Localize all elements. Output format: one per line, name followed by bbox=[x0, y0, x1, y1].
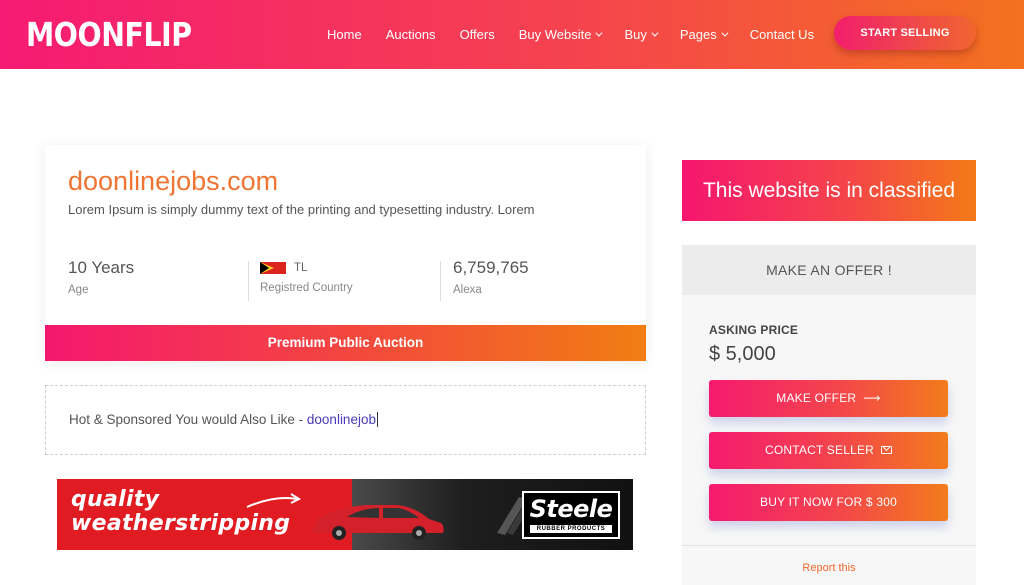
classified-banner: This website is in classified bbox=[682, 160, 976, 221]
chevron-down-icon bbox=[595, 29, 603, 37]
sponsored-text: Hot & Sponsored You would Also Like - do… bbox=[69, 412, 378, 427]
main-nav: Home Auctions Offers Buy Website Buy Pag… bbox=[327, 24, 838, 44]
sponsored-link[interactable]: doonlinejob bbox=[306, 412, 378, 427]
nav-auctions[interactable]: Auctions bbox=[386, 27, 436, 42]
age-label: Age bbox=[68, 284, 89, 296]
envelope-icon bbox=[881, 445, 893, 454]
start-selling-button[interactable]: START SELLING bbox=[834, 16, 976, 50]
nav-offers-label: Offers bbox=[459, 26, 495, 42]
ad-line-2: weatherstripping bbox=[71, 511, 291, 536]
premium-auction-banner: Premium Public Auction bbox=[45, 325, 646, 361]
alexa-value: 6,759,765 bbox=[453, 258, 529, 277]
east-timor-flag-icon bbox=[260, 262, 286, 274]
nav-pages[interactable]: Pages bbox=[679, 26, 729, 42]
chevron-down-icon bbox=[721, 29, 729, 37]
asking-price-label: ASKING PRICE bbox=[709, 323, 799, 337]
make-offer-label: MAKE OFFER bbox=[776, 391, 857, 405]
buy-now-label: BUY IT NOW FOR $ 300 bbox=[760, 495, 897, 509]
advertisement-banner[interactable]: quality weatherstripping Steele RUBBER P… bbox=[57, 479, 633, 550]
contact-seller-label: CONTACT SELLER bbox=[764, 443, 875, 457]
top-navbar: MOONFLIP Home Auctions Offers Buy Websit… bbox=[0, 0, 1024, 69]
site-logo[interactable]: MOONFLIP bbox=[26, 13, 192, 57]
domain-name: doonlinejobs.com bbox=[68, 166, 279, 196]
panel-divider bbox=[682, 545, 976, 546]
stat-country: TL Registred Country bbox=[260, 258, 353, 300]
buy-now-button[interactable]: BUY IT NOW FOR $ 300 bbox=[709, 484, 948, 521]
nav-buy-website[interactable]: Buy Website bbox=[518, 26, 603, 42]
steele-logo: Steele RUBBER PRODUCTS bbox=[522, 491, 620, 539]
arrow-icon bbox=[246, 493, 302, 508]
nav-auctions-label: Auctions bbox=[385, 26, 436, 42]
sponsored-label: Hot & Sponsored You would Also Like - bbox=[69, 412, 307, 427]
stat-divider bbox=[248, 261, 249, 301]
make-offer-button[interactable]: MAKE OFFER ⟶ bbox=[709, 380, 948, 417]
nav-home[interactable]: Home bbox=[327, 27, 362, 42]
stat-alexa: 6,759,765 Alexa bbox=[453, 258, 529, 300]
nav-home-label: Home bbox=[327, 26, 362, 42]
nav-offers[interactable]: Offers bbox=[460, 27, 495, 42]
sponsored-box: Hot & Sponsored You would Also Like - do… bbox=[45, 385, 646, 455]
alexa-label: Alexa bbox=[453, 284, 482, 296]
age-value: 10 Years bbox=[68, 258, 135, 277]
car-image bbox=[313, 505, 444, 540]
offer-panel-title: MAKE AN OFFER ! bbox=[682, 245, 976, 295]
arrow-right-icon: ⟶ bbox=[863, 391, 881, 406]
ad-brand-sub: RUBBER PRODUCTS bbox=[530, 525, 612, 533]
chevron-down-icon bbox=[651, 29, 659, 37]
nav-buy-website-label: Buy Website bbox=[518, 26, 592, 42]
country-label: Registred Country bbox=[260, 282, 353, 294]
nav-contact-us-label: Contact Us bbox=[749, 26, 815, 42]
nav-buy-label: Buy bbox=[624, 26, 647, 42]
country-code: TL bbox=[294, 262, 308, 274]
domain-listing-card: doonlinejobs.com Lorem Ipsum is simply d… bbox=[45, 145, 646, 361]
contact-seller-button[interactable]: CONTACT SELLER bbox=[709, 432, 948, 469]
nav-buy[interactable]: Buy bbox=[624, 26, 659, 42]
offer-panel: MAKE AN OFFER ! ASKING PRICE $ 5,000 MAK… bbox=[682, 245, 976, 585]
domain-description: Lorem Ipsum is simply dummy text of the … bbox=[68, 202, 535, 217]
ad-brand: Steele bbox=[529, 495, 613, 523]
asking-price-value: $ 5,000 bbox=[709, 343, 776, 365]
stat-divider bbox=[440, 261, 441, 301]
nav-pages-label: Pages bbox=[679, 26, 717, 42]
report-link[interactable]: Report this bbox=[682, 562, 976, 574]
nav-contact-us[interactable]: Contact Us bbox=[750, 27, 814, 42]
stat-age: 10 Years Age bbox=[68, 258, 134, 300]
